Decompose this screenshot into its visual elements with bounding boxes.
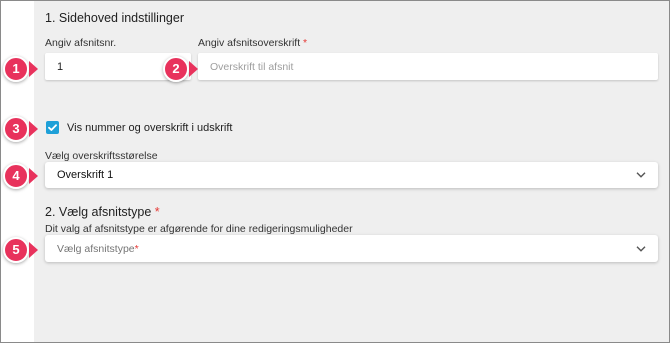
callout-pointer [29,242,38,258]
callout-badge: 4 [3,163,29,189]
heading-size-select[interactable]: Overskrift 1 [45,162,658,188]
show-number-heading-label: Vis nummer og overskrift i udskrift [67,122,233,134]
section-title-header-settings: 1. Sidehoved indstillinger [45,11,184,25]
screenshot-frame: 1. Sidehoved indstillinger Angiv afsnits… [0,0,670,343]
section-heading-label-wrap: Angiv afsnitsoverskrift * [198,37,307,49]
callout-pointer [29,61,38,77]
section-type-description: Dit valg af afsnitstype er afgørende for… [45,223,353,235]
section-heading-input[interactable]: Overskrift til afsnit [198,53,658,80]
required-marker: * [134,242,139,255]
callout-badge: 5 [3,237,29,263]
required-marker: * [154,205,160,219]
chevron-down-icon [636,172,646,178]
show-number-heading-checkbox[interactable] [46,121,59,134]
section-heading-placeholder: Overskrift til afsnit [210,60,294,73]
section-type-select[interactable]: Vælg afsnitstype* [45,235,658,262]
check-icon [48,124,57,131]
section-title-type: 2. Vælg afsnitstype [45,205,152,219]
section-title-type-wrap: 2. Vælg afsnitstype * [45,205,160,219]
callout-pointer [29,168,38,184]
chevron-down-icon [636,245,646,252]
heading-size-label: Vælg overskriftsstørelse [45,150,158,162]
section-number-value: 1 [57,60,64,73]
required-marker: * [303,37,308,49]
section-heading-label: Angiv afsnitsoverskrift [198,37,301,49]
section-number-label: Angiv afsnitsnr. [45,37,117,49]
heading-size-value: Overskrift 1 [57,169,114,181]
section-type-placeholder: Vælg afsnitstype [57,242,135,255]
section-type-placeholder-wrap: Vælg afsnitstype* [57,243,139,255]
callout-pointer [189,61,198,77]
callout-badge: 2 [163,56,189,82]
callout-badge: 1 [3,56,29,82]
callout-badge: 3 [3,116,29,142]
callout-pointer [29,121,38,137]
